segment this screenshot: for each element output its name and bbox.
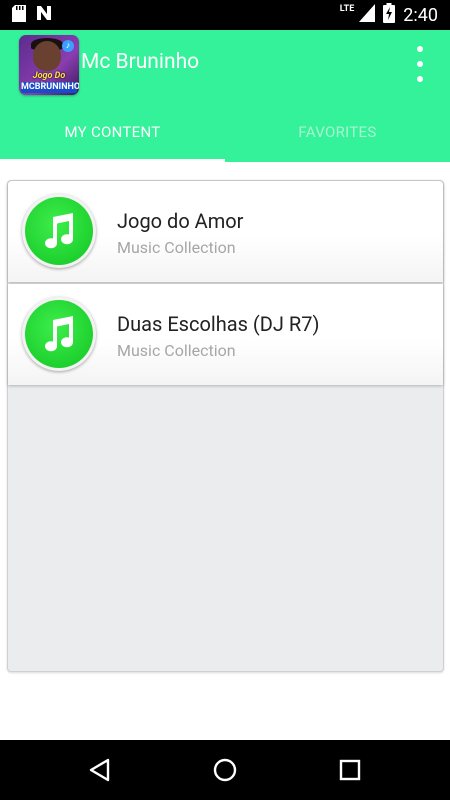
- network-type-label: LTE: [339, 4, 355, 14]
- list-item-subtitle: Music Collection: [117, 238, 236, 257]
- app-logo-note-icon: ♪: [62, 40, 74, 52]
- toolbar: ♪ Jogo Do Amor MCBRUNINHO Mc Bruninho: [0, 30, 450, 102]
- signal-icon: [359, 3, 376, 27]
- battery-charging-icon: [383, 2, 396, 28]
- navigation-bar: [0, 740, 450, 800]
- music-note-icon: [22, 194, 96, 268]
- list-item-title: Duas Escolhas (DJ R7): [117, 312, 320, 336]
- list-item-subtitle: Music Collection: [117, 341, 236, 360]
- app-logo-face: [33, 41, 61, 71]
- status-time: 2:40: [403, 4, 438, 26]
- status-bar: LTE 2:40: [0, 0, 450, 30]
- sd-card-icon: [12, 4, 26, 26]
- recents-icon[interactable]: [336, 756, 364, 784]
- notification-n-icon: [36, 5, 52, 25]
- tab-my-content[interactable]: MY CONTENT: [0, 102, 225, 162]
- app-logo-text-2: MCBRUNINHO: [21, 82, 79, 93]
- home-icon[interactable]: [211, 756, 239, 784]
- app-bar: ♪ Jogo Do Amor MCBRUNINHO Mc Bruninho MY…: [0, 30, 450, 162]
- list-item[interactable]: Duas Escolhas (DJ R7) Music Collection: [8, 284, 443, 385]
- tab-favorites[interactable]: FAVORITES: [225, 102, 450, 162]
- list-item-title: Jogo do Amor: [117, 209, 244, 233]
- more-vert-icon[interactable]: [412, 46, 428, 82]
- back-icon[interactable]: [86, 756, 114, 784]
- app-logo: ♪ Jogo Do Amor MCBRUNINHO: [19, 35, 79, 95]
- app-title: Mc Bruninho: [81, 50, 200, 74]
- tab-bar: MY CONTENT FAVORITES: [0, 102, 450, 162]
- list-item[interactable]: Jogo do Amor Music Collection: [8, 181, 443, 282]
- music-note-icon: [22, 297, 96, 371]
- content-list: Jogo do Amor Music Collection Duas Escol…: [7, 180, 444, 672]
